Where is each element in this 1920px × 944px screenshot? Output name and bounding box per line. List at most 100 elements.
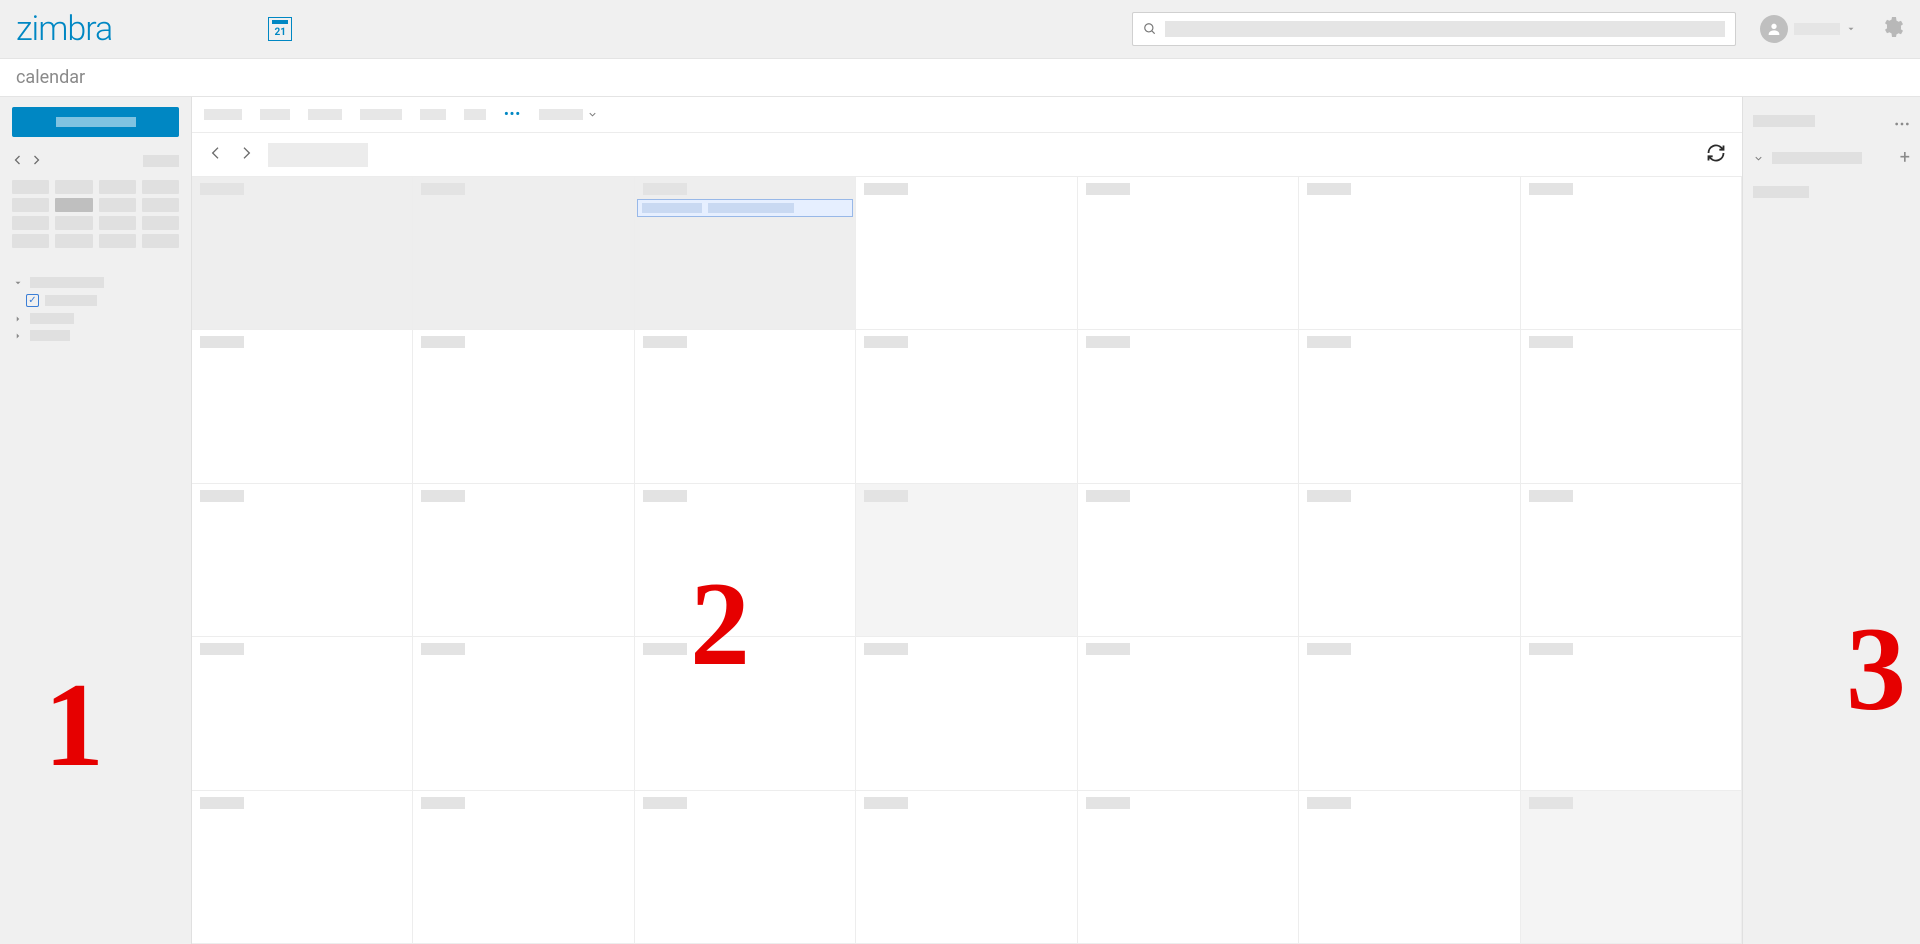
mini-calendar-tile[interactable]: [99, 216, 136, 230]
search-box[interactable]: [1132, 12, 1736, 46]
cell-date: [1086, 183, 1130, 195]
mini-calendar-tile[interactable]: [142, 234, 179, 248]
cell-date: [1529, 797, 1573, 809]
calendar-cell[interactable]: [413, 330, 634, 483]
calendar-cell[interactable]: [192, 484, 413, 637]
tab-calendar[interactable]: calendar: [16, 67, 85, 88]
calendar-cell[interactable]: [635, 637, 856, 790]
cell-date: [1529, 183, 1573, 195]
calendar-cell[interactable]: [1078, 484, 1299, 637]
more-icon[interactable]: [1894, 111, 1910, 130]
calendar-cell[interactable]: [413, 177, 634, 330]
view-tab[interactable]: [360, 109, 402, 120]
calendar-cell[interactable]: [856, 330, 1077, 483]
mini-calendar-tile[interactable]: [142, 216, 179, 230]
calendar-cell[interactable]: [1299, 177, 1520, 330]
tree-item-trash[interactable]: [12, 327, 179, 344]
mini-calendar-tile[interactable]: [55, 180, 92, 194]
mini-calendar-tile[interactable]: [12, 234, 49, 248]
settings-button[interactable]: [1880, 15, 1904, 43]
view-tab[interactable]: [420, 109, 446, 120]
calendar-event[interactable]: [637, 199, 853, 217]
prev-month-button[interactable]: [208, 145, 224, 165]
mini-calendar-tile[interactable]: [55, 198, 92, 212]
calendar-cell[interactable]: [1521, 484, 1742, 637]
mini-calendar-tile[interactable]: [55, 234, 92, 248]
new-event-button-label: [56, 117, 136, 127]
calendar-cell[interactable]: [1299, 330, 1520, 483]
calendar-cell[interactable]: [1078, 177, 1299, 330]
toolbar-more-icon[interactable]: •••: [504, 107, 521, 122]
calendar-cell[interactable]: [192, 637, 413, 790]
toolbar-dropdown[interactable]: [539, 109, 598, 120]
calendar-cell[interactable]: [413, 791, 634, 944]
calendar-main: •••: [192, 97, 1742, 944]
calendar-cell[interactable]: [1521, 330, 1742, 483]
calendar-cell[interactable]: [635, 330, 856, 483]
cell-date: [1307, 336, 1351, 348]
new-event-button[interactable]: [12, 107, 179, 137]
calendar-cell[interactable]: [413, 637, 634, 790]
calendar-cell[interactable]: [192, 177, 413, 330]
calendar-cell[interactable]: [192, 330, 413, 483]
calendar-cell[interactable]: [1521, 791, 1742, 944]
checkbox-checked-icon[interactable]: ✓: [26, 294, 39, 307]
calendar-cell[interactable]: [1521, 637, 1742, 790]
calendar-cell[interactable]: [1078, 791, 1299, 944]
calendar-cell[interactable]: [635, 484, 856, 637]
mini-prev-button[interactable]: [12, 151, 24, 170]
mini-calendar-tile[interactable]: [99, 180, 136, 194]
cell-date: [421, 643, 465, 655]
mini-calendar-tile[interactable]: [12, 216, 49, 230]
user-menu[interactable]: [1760, 15, 1856, 43]
view-tab[interactable]: [464, 109, 486, 120]
mini-calendar-tile[interactable]: [99, 234, 136, 248]
calendar-cell[interactable]: [856, 637, 1077, 790]
calendar-cell[interactable]: [856, 791, 1077, 944]
month-grid[interactable]: [192, 177, 1742, 944]
right-panel-section[interactable]: +: [1753, 152, 1910, 164]
view-tab[interactable]: [204, 109, 242, 120]
tree-item-holidays[interactable]: [12, 310, 179, 327]
search-input[interactable]: [1165, 21, 1725, 37]
tab-bar: calendar: [0, 59, 1920, 97]
right-panel-header-label: [1753, 115, 1815, 127]
mini-calendar-tile[interactable]: [142, 180, 179, 194]
calendar-cell[interactable]: [1299, 791, 1520, 944]
view-tab[interactable]: [308, 109, 342, 120]
mini-calendar-grid[interactable]: [12, 180, 179, 248]
calendar-cell[interactable]: [1078, 637, 1299, 790]
calendar-cell[interactable]: [1299, 484, 1520, 637]
next-month-button[interactable]: [238, 145, 254, 165]
calendar-cell[interactable]: [635, 791, 856, 944]
tree-header-calendars[interactable]: [12, 274, 179, 291]
calendar-tree: ✓: [12, 274, 179, 344]
calendar-cell[interactable]: [1078, 330, 1299, 483]
cell-date: [864, 183, 908, 195]
calendar-cell[interactable]: [1299, 637, 1520, 790]
cell-date: [643, 490, 687, 502]
calendar-cell[interactable]: [192, 791, 413, 944]
mini-next-button[interactable]: [30, 151, 42, 170]
calendar-app-icon[interactable]: 21: [268, 17, 292, 41]
calendar-cell[interactable]: [856, 484, 1077, 637]
cell-date: [1307, 797, 1351, 809]
refresh-button[interactable]: [1706, 143, 1726, 167]
calendar-cell[interactable]: [413, 484, 634, 637]
tree-item-calendar[interactable]: ✓: [12, 291, 179, 310]
calendar-cell[interactable]: [1521, 177, 1742, 330]
tree-item-label: [45, 295, 97, 306]
calendar-cell[interactable]: [856, 177, 1077, 330]
view-tab[interactable]: [260, 109, 290, 120]
mini-calendar-tile[interactable]: [99, 198, 136, 212]
calendar-cell[interactable]: [635, 177, 856, 330]
caret-down-icon: [1846, 24, 1856, 34]
mini-calendar-tile[interactable]: [142, 198, 179, 212]
cell-date: [421, 490, 465, 502]
cell-date: [643, 643, 687, 655]
mini-calendar-tile[interactable]: [55, 216, 92, 230]
add-button[interactable]: +: [1900, 152, 1910, 164]
mini-calendar-tile[interactable]: [12, 198, 49, 212]
right-panel-header: [1753, 111, 1910, 130]
mini-calendar-tile[interactable]: [12, 180, 49, 194]
